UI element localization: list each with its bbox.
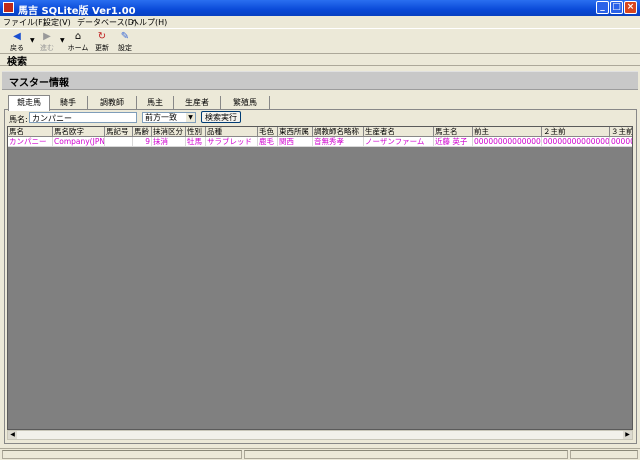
tab-trainer[interactable]: 調教師: [88, 96, 137, 109]
forward-button[interactable]: ▶ 進む: [36, 31, 58, 53]
forward-arrow-icon: ▶: [43, 31, 51, 42]
back-button[interactable]: ◀ 戻る: [6, 31, 28, 53]
status-segment: [570, 450, 638, 459]
horse-name-input[interactable]: カンパニー: [29, 112, 137, 123]
table-header-row: 馬名 馬名欧字 馬記号 馬齢 抹消区分 性別 品種 毛色 東西所属 調教師名略称…: [8, 127, 632, 137]
table-cell: カンパニー: [8, 137, 53, 147]
menu-bar: ファイル(F) 設定(V) データベース(D) ヘルプ(H): [0, 16, 640, 28]
settings-button[interactable]: ✎ 設定: [114, 31, 136, 53]
search-heading: 検索: [7, 57, 27, 68]
table-cell: 9: [133, 137, 152, 147]
search-execute-button[interactable]: 検索実行: [201, 111, 241, 123]
settings-icon: ✎: [120, 31, 130, 42]
forward-dropdown-icon[interactable]: ▼: [60, 37, 65, 44]
column-header[interactable]: 東西所属: [278, 127, 313, 137]
status-segment: [2, 450, 242, 459]
menu-help[interactable]: ヘルプ(H): [131, 17, 167, 28]
table-cell: 近藤 英子: [434, 137, 473, 147]
match-mode-select[interactable]: 前方一致 ▼: [142, 112, 196, 123]
table-cell: 000000000000000: [473, 137, 542, 147]
column-header[interactable]: 毛色: [258, 127, 278, 137]
table-cell: ノーザンファーム: [364, 137, 434, 147]
column-header[interactable]: 抹消区分: [152, 127, 186, 137]
column-header[interactable]: 生産者名: [364, 127, 434, 137]
column-header[interactable]: 馬主名: [434, 127, 473, 137]
maximize-button[interactable]: □: [610, 1, 623, 14]
refresh-icon: ↻: [97, 31, 107, 42]
column-header[interactable]: ２主前: [542, 127, 610, 137]
home-icon: ⌂: [74, 31, 82, 42]
table-cell: 鹿毛: [258, 137, 278, 147]
table-cell: 関西: [278, 137, 313, 147]
status-bar: [0, 448, 640, 460]
horizontal-scrollbar[interactable]: ◀ ▶: [7, 430, 633, 440]
menu-database[interactable]: データベース(D): [77, 17, 137, 28]
app-icon: [3, 2, 14, 13]
scroll-left-icon[interactable]: ◀: [8, 431, 17, 439]
section-header: マスター情報: [2, 71, 638, 90]
table-cell: 000000: [610, 137, 632, 147]
column-header[interactable]: 前主: [473, 127, 542, 137]
toolbar: ◀ 戻る ▼ ▶ 進む ▼ ⌂ ホーム ↻ 更新 ✎ 設定: [0, 28, 640, 54]
menu-file[interactable]: ファイル(F): [3, 17, 46, 28]
table-cell: サラブレッド: [206, 137, 258, 147]
menu-settings[interactable]: 設定(V): [43, 17, 71, 28]
back-dropdown-icon[interactable]: ▼: [30, 37, 35, 44]
window-title: 馬吉 SQLite版 Ver1.00: [18, 6, 136, 17]
horse-name-label: 馬名:: [9, 115, 28, 124]
column-header[interactable]: 馬記号: [105, 127, 133, 137]
match-mode-value: 前方一致: [145, 113, 177, 122]
search-heading-bar: 検索: [0, 53, 640, 68]
table-cell: 抹消: [152, 137, 186, 147]
tab-breeder[interactable]: 生産者: [174, 96, 221, 109]
scroll-right-icon[interactable]: ▶: [623, 431, 632, 439]
table-cell: [105, 137, 133, 147]
refresh-button[interactable]: ↻ 更新: [91, 31, 113, 53]
column-header[interactable]: 馬齢: [133, 127, 152, 137]
close-button[interactable]: ×: [624, 1, 637, 14]
section-title: マスター情報: [9, 78, 69, 89]
table-cell: 000000000000000: [542, 137, 610, 147]
chevron-down-icon: ▼: [186, 113, 195, 122]
tab-racehorse[interactable]: 競走馬: [8, 95, 50, 111]
column-header[interactable]: 馬名: [8, 127, 53, 137]
column-header[interactable]: 調教師名略称: [313, 127, 364, 137]
table-cell: 音無秀孝: [313, 137, 364, 147]
column-header[interactable]: ３主前: [610, 127, 632, 137]
column-header[interactable]: 馬名欧字: [53, 127, 105, 137]
column-header[interactable]: 性別: [186, 127, 206, 137]
table-cell: Company(JPN): [53, 137, 105, 147]
status-segment: [244, 450, 568, 459]
tab-jockey[interactable]: 騎手: [49, 96, 88, 109]
tab-owner[interactable]: 馬主: [137, 96, 174, 109]
minimize-button[interactable]: _: [596, 1, 609, 14]
table-row[interactable]: カンパニー Company(JPN) 9 抹消 牡馬 サラブレッド 鹿毛 関西 …: [8, 137, 632, 147]
table-cell: 牡馬: [186, 137, 206, 147]
back-arrow-icon: ◀: [13, 31, 21, 42]
results-table[interactable]: 馬名 馬名欧字 馬記号 馬齢 抹消区分 性別 品種 毛色 東西所属 調教師名略称…: [7, 126, 633, 430]
home-button[interactable]: ⌂ ホーム: [67, 31, 89, 53]
title-bar: 馬吉 SQLite版 Ver1.00 _ □ ×: [0, 0, 640, 17]
tab-broodmare[interactable]: 繁殖馬: [221, 96, 270, 109]
column-header[interactable]: 品種: [206, 127, 258, 137]
